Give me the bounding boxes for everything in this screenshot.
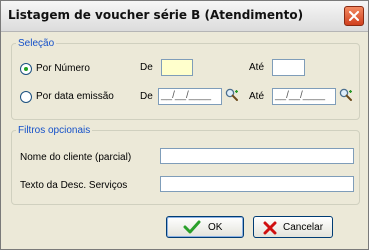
cancel-button-label: Cancelar <box>283 222 324 233</box>
service-desc-input[interactable] <box>160 176 354 192</box>
close-icon <box>349 11 359 21</box>
ok-button[interactable]: OK <box>166 216 244 238</box>
window-title: Listagem de voucher série B (Atendimento… <box>8 8 304 22</box>
number-to-input[interactable] <box>272 59 305 76</box>
customer-name-label: Nome do cliente (parcial) <box>20 152 132 163</box>
close-button[interactable] <box>344 6 364 26</box>
radio-by-issue-date-label[interactable]: Por data emissão <box>36 91 114 102</box>
number-from-label: De <box>140 62 153 73</box>
service-desc-label: Texto da Desc. Serviços <box>20 180 128 191</box>
number-from-input[interactable] <box>161 59 193 76</box>
date-from-search-icon[interactable] <box>225 88 239 102</box>
date-from-label: De <box>140 91 153 102</box>
checkmark-icon <box>183 220 201 234</box>
title-bar[interactable]: Listagem de voucher série B (Atendimento… <box>1 1 368 32</box>
customer-name-input[interactable] <box>160 148 354 164</box>
cancel-x-icon <box>263 221 277 235</box>
dialog-window: Listagem de voucher série B (Atendimento… <box>0 0 369 250</box>
date-to-label: Até <box>249 91 265 102</box>
optional-filters-group: Filtros opcionais <box>11 125 360 205</box>
cancel-button[interactable]: Cancelar <box>253 216 333 238</box>
number-to-label: Até <box>249 62 265 73</box>
date-to-search-icon[interactable] <box>339 88 353 102</box>
optional-filters-legend: Filtros opcionais <box>18 125 91 136</box>
ok-button-label: OK <box>208 222 223 233</box>
selection-legend: Seleção <box>18 38 55 49</box>
selection-group: Seleção <box>11 38 360 120</box>
date-to-input[interactable]: __/__/____ <box>272 88 336 105</box>
radio-by-number-label[interactable]: Por Número <box>36 63 90 74</box>
radio-by-number[interactable] <box>20 63 32 75</box>
radio-by-issue-date[interactable] <box>20 91 32 103</box>
radio-selected-dot <box>24 67 28 71</box>
date-from-input[interactable]: __/__/____ <box>158 88 222 105</box>
